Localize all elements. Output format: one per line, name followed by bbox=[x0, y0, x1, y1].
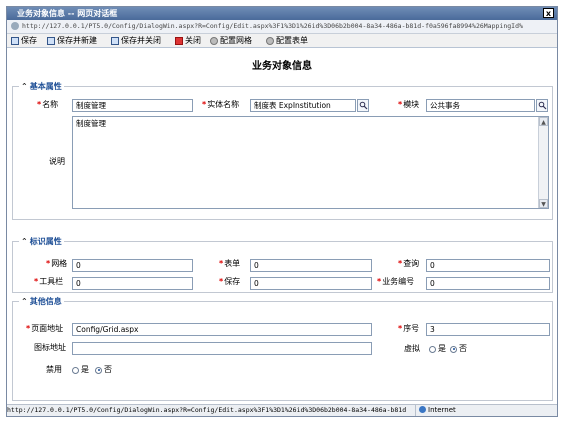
other-section: ⌃ 其他信息 *页面地址 Config/Grid.aspx *序号 3 图标地址 … bbox=[12, 296, 553, 401]
radio-selected-icon bbox=[450, 345, 457, 353]
grid-label: *网格 bbox=[46, 259, 68, 268]
save-new-icon bbox=[47, 36, 55, 45]
search-icon bbox=[538, 101, 547, 110]
entity-field[interactable]: 制度表 ExpInstitution bbox=[250, 99, 356, 112]
address-bar: http://127.0.0.1/PT5.0/Config/DialogWin.… bbox=[7, 20, 557, 34]
seq-label: *序号 bbox=[398, 324, 420, 333]
close-red-icon bbox=[175, 36, 183, 45]
disabled-no-radio[interactable]: 否 bbox=[95, 364, 112, 376]
search-icon bbox=[359, 101, 368, 110]
seq-field[interactable]: 3 bbox=[426, 323, 550, 336]
page-icon bbox=[11, 22, 19, 30]
window-title: 业务对象信息 -- 网页对话框 bbox=[17, 9, 118, 18]
radio-icon bbox=[72, 366, 79, 374]
close-icon[interactable]: x bbox=[543, 8, 554, 18]
save-button[interactable]: 保存 bbox=[11, 34, 37, 47]
title-bar: 业务对象信息 -- 网页对话框 x bbox=[7, 7, 557, 20]
icon-url-field[interactable] bbox=[72, 342, 372, 355]
radio-selected-icon bbox=[95, 366, 102, 374]
disabled-yes-radio[interactable]: 是 bbox=[72, 364, 89, 376]
scroll-down-icon[interactable]: ▼ bbox=[539, 199, 548, 208]
config-grid-button[interactable]: 配置网格 bbox=[210, 34, 252, 47]
url-field[interactable]: Config/Grid.aspx bbox=[72, 323, 372, 336]
entity-label: *实体名称 bbox=[202, 100, 240, 109]
grid-field[interactable]: 0 bbox=[72, 259, 193, 272]
basic-legend[interactable]: ⌃ 基本属性 bbox=[19, 81, 64, 92]
virtual-no-radio[interactable]: 否 bbox=[450, 343, 467, 355]
security-zone: Internet bbox=[415, 405, 479, 416]
config-form-button[interactable]: 配置表单 bbox=[266, 34, 308, 47]
disabled-label: 禁用 bbox=[46, 365, 62, 374]
form-label: *表单 bbox=[219, 259, 241, 268]
save-close-button[interactable]: 保存并关闭 bbox=[111, 34, 161, 47]
save-icon bbox=[11, 36, 19, 45]
other-legend[interactable]: ⌃ 其他信息 bbox=[19, 296, 64, 307]
ident-section: ⌃ 标识属性 *网格 0 *表单 0 *查询 0 *工具栏 0 *保存 0 *业务… bbox=[12, 236, 553, 293]
save-field[interactable]: 0 bbox=[250, 277, 372, 290]
name-field[interactable]: 制度管理 bbox=[72, 99, 193, 112]
module-lookup-button[interactable] bbox=[536, 99, 548, 112]
virtual-label: 虚拟 bbox=[404, 344, 420, 353]
dialog-window: 业务对象信息 -- 网页对话框 x http://127.0.0.1/PT5.0… bbox=[6, 6, 558, 417]
page-title: 业务对象信息 bbox=[252, 61, 312, 72]
radio-icon bbox=[429, 345, 436, 353]
icon-url-label: 图标地址 bbox=[34, 343, 66, 352]
collapse-icon: ⌃ bbox=[21, 297, 28, 306]
desc-textarea[interactable]: 制度管理 ▲ ▼ bbox=[72, 116, 549, 209]
query-field[interactable]: 0 bbox=[426, 259, 550, 272]
toolbar: 保存 保存并新建 保存并关闭 关闭 配置网格 配置表单 bbox=[7, 34, 557, 48]
ident-legend[interactable]: ⌃ 标识属性 bbox=[19, 236, 64, 247]
address-url: http://127.0.0.1/PT5.0/Config/DialogWin.… bbox=[22, 22, 523, 30]
globe-icon bbox=[419, 406, 426, 413]
virtual-yes-radio[interactable]: 是 bbox=[429, 343, 446, 355]
toolbar-label: *工具栏 bbox=[34, 277, 64, 286]
collapse-icon: ⌃ bbox=[21, 237, 28, 246]
gear-icon bbox=[266, 36, 274, 45]
bizno-label: *业务编号 bbox=[377, 277, 415, 286]
close-button[interactable]: 关闭 bbox=[175, 34, 201, 47]
status-url: http://127.0.0.1/PT5.0/Config/DialogWin.… bbox=[7, 406, 407, 414]
query-label: *查询 bbox=[398, 259, 420, 268]
module-field[interactable]: 公共事务 bbox=[426, 99, 535, 112]
toolbar-field[interactable]: 0 bbox=[72, 277, 193, 290]
name-label: *名称 bbox=[37, 100, 59, 109]
form-field[interactable]: 0 bbox=[250, 259, 372, 272]
entity-lookup-button[interactable] bbox=[357, 99, 369, 112]
basic-section: ⌃ 基本属性 *名称 制度管理 *实体名称 制度表 ExpInstitution … bbox=[12, 81, 553, 220]
save-label: *保存 bbox=[219, 277, 241, 286]
module-label: *模块 bbox=[398, 100, 420, 109]
bizno-field[interactable]: 0 bbox=[426, 277, 550, 290]
scroll-up-icon[interactable]: ▲ bbox=[539, 117, 548, 126]
collapse-icon: ⌃ bbox=[21, 82, 28, 91]
gear-icon bbox=[210, 36, 218, 45]
save-close-icon bbox=[111, 36, 119, 45]
desc-label: 说明 bbox=[49, 157, 65, 166]
save-new-button[interactable]: 保存并新建 bbox=[47, 34, 97, 47]
desc-scrollbar[interactable]: ▲ ▼ bbox=[538, 117, 548, 208]
url-label: *页面地址 bbox=[26, 324, 64, 333]
status-bar: http://127.0.0.1/PT5.0/Config/DialogWin.… bbox=[7, 404, 557, 416]
